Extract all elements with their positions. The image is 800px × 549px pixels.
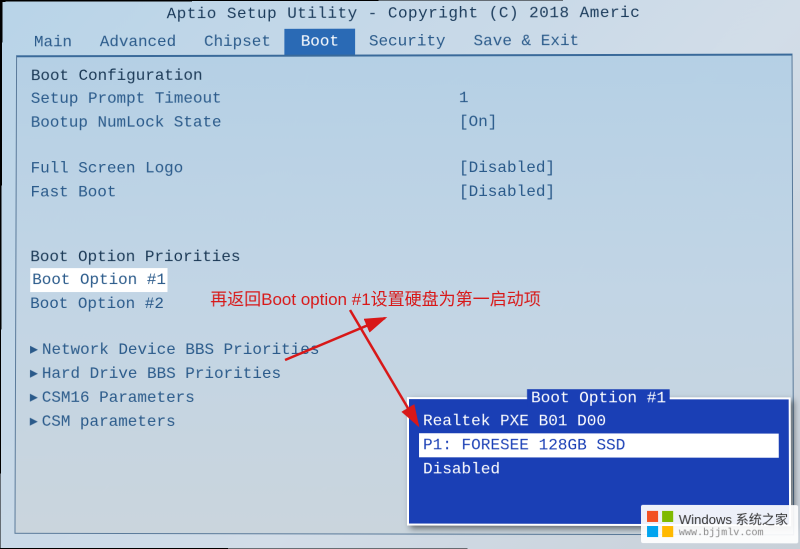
full-screen-logo-value: [Disabled] — [459, 156, 555, 180]
tab-bar: Main Advanced Chipset Boot Security Save… — [16, 28, 792, 56]
watermark-url: www.bjjmlv.com — [679, 528, 788, 539]
popup-item-realtek[interactable]: Realtek PXE B01 D00 — [419, 409, 779, 433]
tab-save-exit[interactable]: Save & Exit — [460, 28, 594, 54]
popup-item-disabled[interactable]: Disabled — [419, 457, 779, 482]
boot-config-heading: Boot Configuration — [31, 66, 778, 85]
setup-prompt-value: 1 — [459, 86, 469, 110]
boot-priorities-heading: Boot Option Priorities — [30, 248, 778, 266]
annotation-text: 再返回Boot option #1设置硬盘为第一启动项 — [210, 285, 541, 310]
tab-boot[interactable]: Boot — [285, 29, 355, 55]
fast-boot-row[interactable]: Fast Boot [Disabled] — [30, 180, 777, 205]
triangle-icon: ▸ — [30, 338, 42, 362]
tab-chipset[interactable]: Chipset — [190, 29, 285, 55]
windows-logo-icon — [647, 511, 673, 537]
watermark-brand: Windows 系统之家 — [679, 509, 788, 528]
triangle-icon: ▸ — [30, 410, 42, 434]
full-screen-logo-label: Full Screen Logo — [31, 156, 459, 180]
triangle-icon: ▸ — [30, 386, 42, 410]
bios-screen: Aptio Setup Utility - Copyright (C) 2018… — [0, 0, 800, 549]
numlock-label: Bootup NumLock State — [31, 110, 459, 135]
tab-security[interactable]: Security — [355, 28, 460, 54]
tab-main[interactable]: Main — [20, 29, 86, 55]
tab-advanced[interactable]: Advanced — [86, 29, 190, 55]
popup-title: Boot Option #1 — [527, 389, 670, 407]
numlock-row[interactable]: Bootup NumLock State [On] — [31, 110, 778, 135]
setup-prompt-label: Setup Prompt Timeout — [31, 86, 459, 111]
fast-boot-label: Fast Boot — [30, 180, 459, 204]
watermark: Windows 系统之家 www.bjjmlv.com — [641, 505, 799, 544]
popup-item-foresee[interactable]: P1: FORESEE 128GB SSD — [419, 433, 779, 458]
full-screen-logo-row[interactable]: Full Screen Logo [Disabled] — [31, 156, 778, 181]
triangle-icon: ▸ — [30, 362, 42, 386]
boot-option-1-label: Boot Option #1 — [30, 268, 168, 292]
numlock-value: [On] — [459, 110, 497, 134]
bios-title: Aptio Setup Utility - Copyright (C) 2018… — [16, 2, 792, 30]
setup-prompt-row[interactable]: Setup Prompt Timeout 1 — [31, 86, 778, 111]
fast-boot-value: [Disabled] — [459, 180, 555, 204]
annotation-arrow-2-icon — [340, 305, 440, 435]
